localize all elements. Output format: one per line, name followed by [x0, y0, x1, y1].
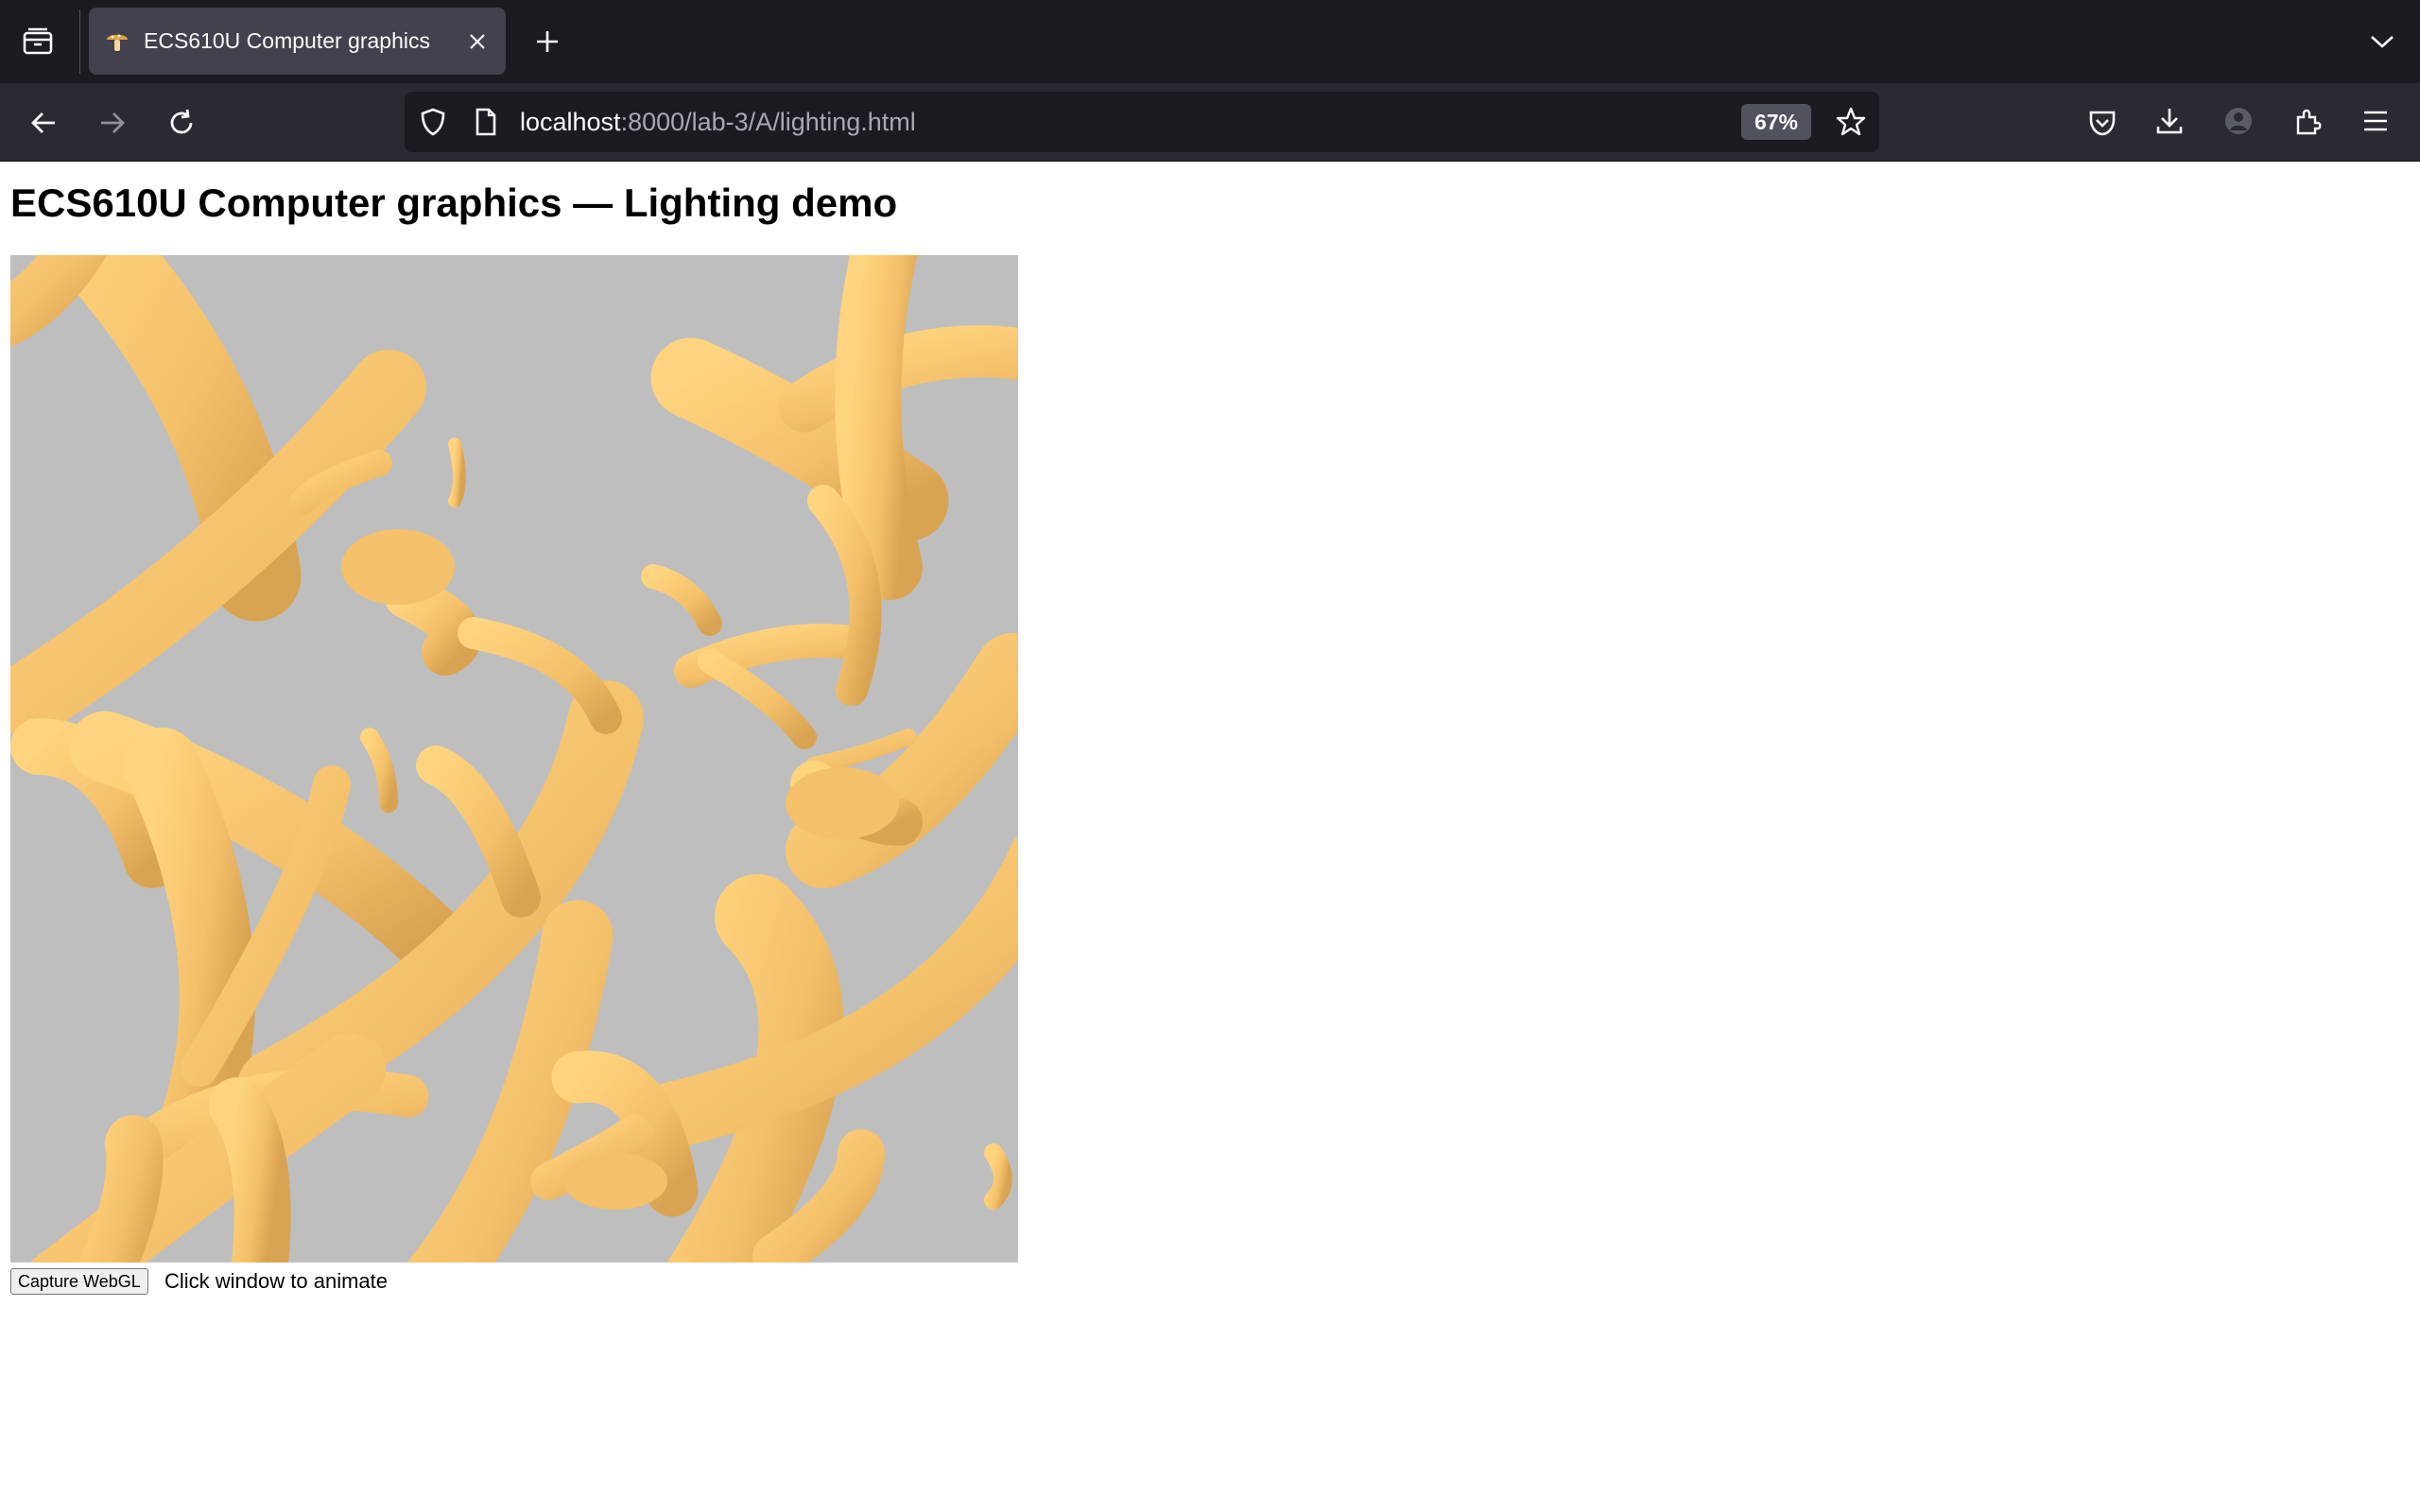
tab-overview-icon[interactable] [17, 25, 59, 59]
shield-icon[interactable] [416, 105, 450, 139]
forward-arrow-icon[interactable] [94, 104, 131, 142]
zoom-level-badge[interactable]: 67% [1741, 104, 1811, 140]
tab-separator [79, 9, 80, 74]
new-tab-icon[interactable] [527, 25, 567, 59]
url-path: :8000/lab-3/A/lighting.html [620, 108, 916, 136]
capture-webgl-button[interactable]: Capture WebGL [10, 1268, 148, 1295]
page-title: ECS610U Computer graphics — Lighting dem… [10, 180, 898, 225]
reload-icon[interactable] [163, 104, 200, 142]
page-icon[interactable] [471, 105, 501, 139]
tab-title: ECS610U Computer graphics [144, 28, 430, 53]
page-content: ECS610U Computer graphics — Lighting dem… [0, 162, 2420, 1512]
back-arrow-icon[interactable] [25, 104, 62, 142]
active-tab[interactable]: ECS610U Computer graphics [89, 8, 506, 75]
pocket-icon[interactable] [2083, 104, 2121, 142]
mushroom-icon [104, 28, 130, 55]
animate-hint-text: Click window to animate [164, 1269, 388, 1293]
menu-icon[interactable] [2357, 102, 2394, 140]
url-host: localhost [520, 108, 621, 136]
list-all-tabs-icon[interactable] [2361, 23, 2403, 60]
extensions-icon[interactable] [2289, 102, 2326, 140]
url-text[interactable]: localhost:8000/lab-3/A/lighting.html [520, 92, 916, 152]
tab-bar: ECS610U Computer graphics [0, 0, 2420, 83]
url-bar[interactable]: localhost:8000/lab-3/A/lighting.html 67% [405, 92, 1879, 152]
webgl-canvas[interactable] [10, 255, 1018, 1263]
download-icon[interactable] [2151, 102, 2188, 140]
banana-scene [10, 255, 1018, 1263]
close-icon[interactable] [460, 25, 494, 59]
account-icon[interactable] [2220, 102, 2257, 140]
bookmark-star-icon[interactable] [1832, 103, 1870, 141]
